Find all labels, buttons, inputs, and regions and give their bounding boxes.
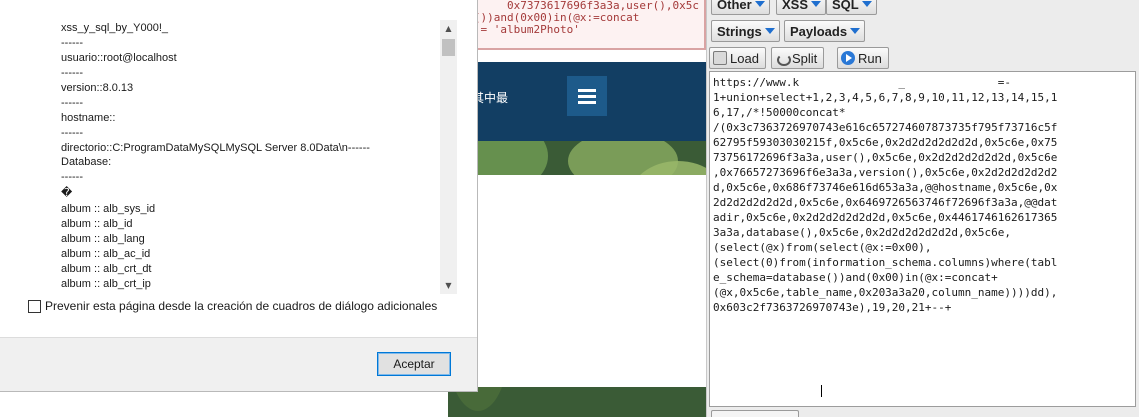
message-scrollbar[interactable]: ▲ ▼ <box>440 20 457 294</box>
sql-menu[interactable]: SQL <box>826 0 877 15</box>
split-label: Split <box>792 50 818 66</box>
run-icon <box>841 51 855 65</box>
sql-error-box: 0x7373617696f3a3a,user(),0x5c ase())and(0… <box>448 0 706 50</box>
message-line: ------ <box>61 97 83 109</box>
message-line: album :: alb_ac_id <box>61 248 151 260</box>
hamburger-icon[interactable] <box>567 76 607 116</box>
strings-menu-label: Strings <box>717 23 762 39</box>
screen: 0x7373617696f3a3a,user(),0x5c ase())and(0… <box>0 0 1139 417</box>
message-line: xss_y_sql_by_Y000!_ <box>61 22 169 34</box>
xss-menu-label: XSS <box>782 0 809 12</box>
prevent-dialogs-label[interactable]: Prevenir esta página desde la creación d… <box>45 299 437 313</box>
load-label: Load <box>730 50 759 66</box>
message-line: ------ <box>61 171 83 183</box>
message-line: album :: alb_lang <box>61 233 145 245</box>
message-line: � <box>61 187 73 199</box>
message-line: version::8.0.13 <box>61 82 134 94</box>
dropdown-arrow-icon <box>850 28 861 34</box>
run-label: Run <box>858 50 882 66</box>
message-line: album :: alb_crt_ip <box>61 278 151 290</box>
message-line: ------ <box>61 127 83 139</box>
dropdown-arrow-icon <box>861 1 872 7</box>
strings-menu[interactable]: Strings <box>711 20 780 42</box>
alert-dialog: xss_y_sql_by_Y000!_ ------ usuario::root… <box>0 0 478 392</box>
message-line: album :: alb_sys_id <box>61 203 156 215</box>
alert-message: xss_y_sql_by_Y000!_ ------ usuario::root… <box>0 0 458 298</box>
message-line: usuario::root@localhost <box>61 52 177 64</box>
run-button[interactable]: Run <box>837 47 889 69</box>
message-line: album :: alb_crt_dt <box>61 263 152 275</box>
other-menu-label: Other <box>717 0 752 12</box>
sql-menu-label: SQL <box>832 0 859 12</box>
payloads-menu-label: Payloads <box>790 23 848 39</box>
load-icon <box>713 51 727 65</box>
prevent-dialogs-option[interactable]: Prevenir esta página desde la creación d… <box>28 298 437 314</box>
dropdown-arrow-icon <box>754 1 765 7</box>
dropdown-arrow-icon <box>764 28 775 34</box>
hero-card <box>478 175 706 387</box>
text-caret <box>821 385 822 397</box>
other-menu[interactable]: Other <box>711 0 770 15</box>
payloads-menu[interactable]: Payloads <box>784 20 866 42</box>
url-textarea[interactable]: https://www.k _ =- 1+union+select+1,2,3,… <box>709 71 1136 407</box>
load-button[interactable]: Load <box>709 47 766 69</box>
xss-menu[interactable]: XSS <box>776 0 827 15</box>
split-icon <box>775 51 791 66</box>
message-line: album :: alb_id <box>61 218 133 230</box>
prevent-dialogs-checkbox[interactable] <box>28 299 41 313</box>
scrollbar-thumb[interactable] <box>442 39 455 56</box>
hackbar-panel: Other XSS SQL Strings Payloads Load Spli… <box>706 0 1139 417</box>
split-button[interactable]: Split <box>771 47 825 69</box>
url-text[interactable]: https://www.k _ =- 1+union+select+1,2,3,… <box>713 75 1133 315</box>
scroll-down-icon[interactable]: ▼ <box>440 277 457 294</box>
message-line: ------ <box>61 37 83 49</box>
dialog-footer: Aceptar <box>0 337 477 391</box>
message-line: directorio::C:ProgramDataMySQLMySQL Serv… <box>61 142 370 154</box>
message-line: ------ <box>61 67 83 79</box>
message-line: Database: <box>61 156 112 168</box>
dropdown-arrow-icon <box>811 1 822 7</box>
message-line: hostname:: <box>61 112 116 124</box>
sql-error-line: ype = 'album2Photo' <box>454 23 580 36</box>
panel-bottom-button[interactable] <box>711 410 799 417</box>
accept-button[interactable]: Aceptar <box>377 352 451 376</box>
site-navigation-bar: 、其中最 <box>448 62 706 141</box>
scroll-up-icon[interactable]: ▲ <box>440 20 457 37</box>
